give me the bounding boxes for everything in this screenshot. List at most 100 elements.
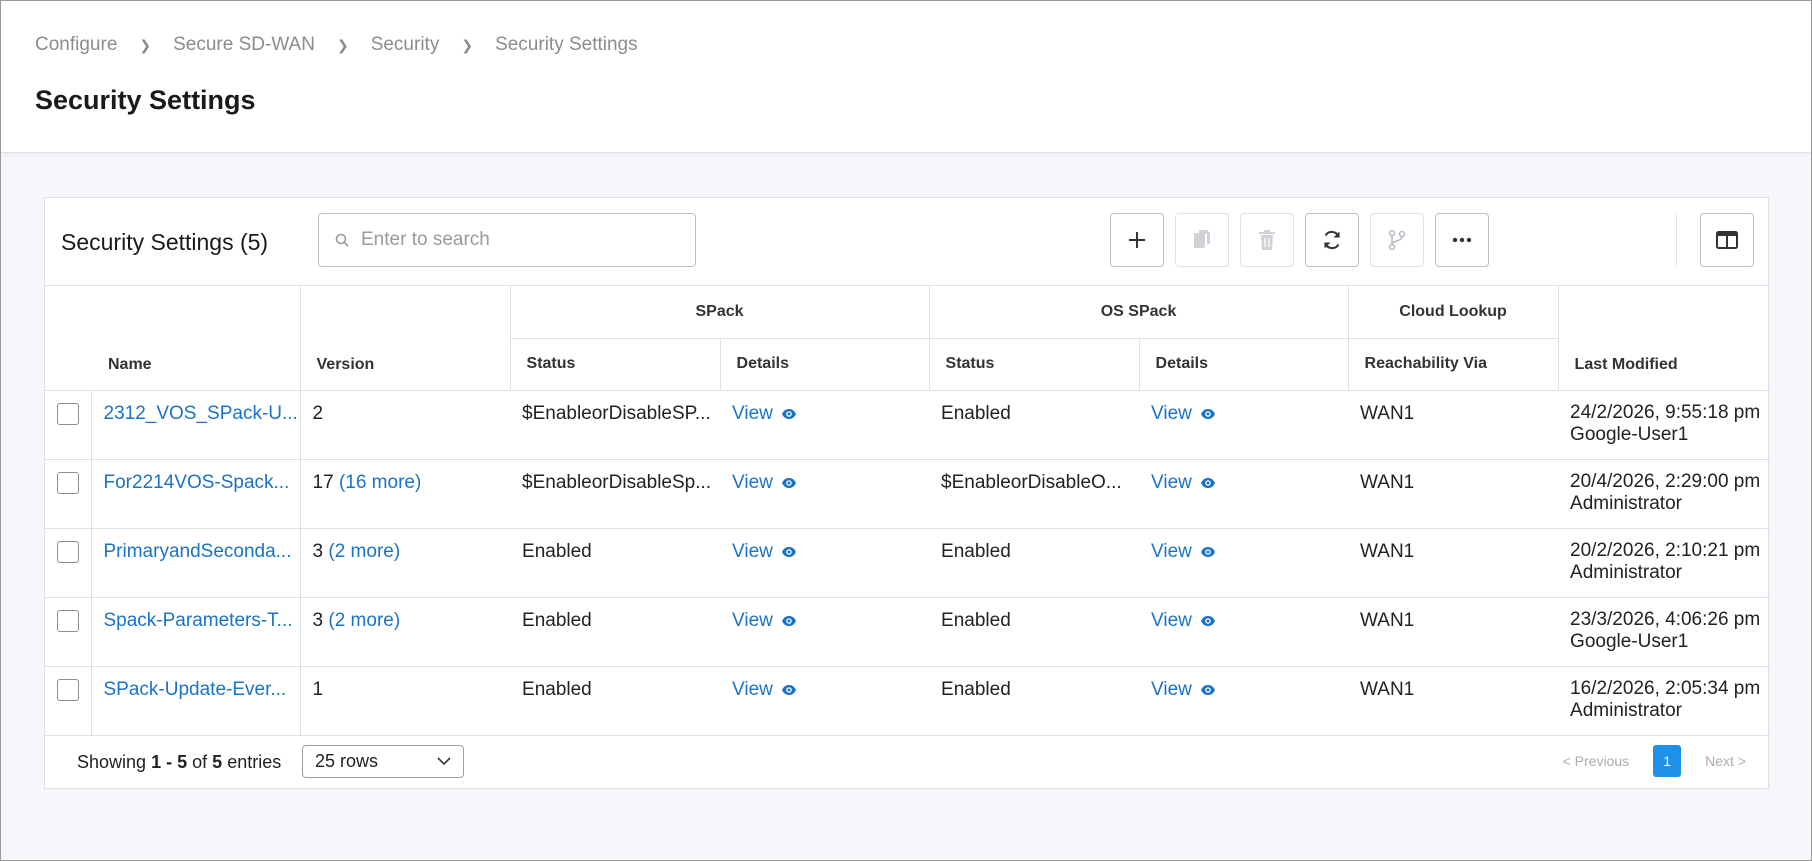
os-status-cell: $EnableorDisableO... — [929, 459, 1140, 529]
security-settings-table: Name Version SPack OS SPack Cloud Lookup… — [45, 286, 1771, 736]
reachability-value: WAN1 — [1360, 471, 1415, 493]
os-view-link[interactable]: View — [1151, 541, 1216, 563]
os-view-link[interactable]: View — [1151, 472, 1216, 494]
spack-status-cell: Enabled — [510, 666, 721, 736]
row-checkbox[interactable] — [57, 540, 79, 563]
column-settings-button[interactable] — [1700, 213, 1754, 267]
rows-per-page-select[interactable]: 25 rows — [302, 745, 464, 778]
branch-button[interactable] — [1370, 213, 1424, 267]
breadcrumb-security[interactable]: Security — [371, 34, 440, 56]
add-button[interactable] — [1110, 213, 1164, 267]
col-header-os-status[interactable]: Status — [928, 338, 1140, 391]
name-link[interactable]: For2214VOS-Spack... — [104, 472, 300, 494]
breadcrumb-configure[interactable]: Configure — [35, 34, 117, 56]
os-view-link[interactable]: View — [1151, 403, 1216, 425]
reachability-cell: WAN1 — [1348, 528, 1559, 598]
version-value: 2 — [312, 402, 324, 424]
version-more-link[interactable]: (2 more) — [328, 541, 400, 562]
os-details-cell: View — [1139, 459, 1349, 529]
modified-date: 16/2/2026, 2:05:34 pm — [1570, 677, 1761, 699]
col-header-reachability[interactable]: Reachability Via — [1347, 338, 1559, 391]
pagination: < Previous 1 Next > — [1563, 745, 1746, 777]
spack-status-cell: Enabled — [510, 528, 721, 598]
os-status: $EnableorDisableO... — [941, 471, 1122, 493]
spack-view-link[interactable]: View — [732, 541, 797, 563]
name-link[interactable]: SPack-Update-Ever... — [104, 679, 300, 701]
table-row[interactable]: Spack-Parameters-T... 3 (2 more) Enabled Vi… — [45, 597, 1771, 667]
col-header-os-details[interactable]: Details — [1138, 338, 1349, 391]
delete-button[interactable] — [1240, 213, 1294, 267]
table-row[interactable]: 2312_VOS_SPack-U... 2 $EnableorDisableSP.… — [45, 390, 1771, 460]
table-row[interactable]: SPack-Update-Ever... 1 Enabled View Enabled… — [45, 666, 1771, 736]
clone-button[interactable] — [1175, 213, 1229, 267]
spack-status: Enabled — [522, 678, 592, 700]
more-icon — [1452, 237, 1472, 243]
name-link[interactable]: PrimaryandSeconda... — [104, 541, 300, 563]
refresh-icon — [1324, 230, 1340, 250]
row-select-cell — [45, 666, 91, 736]
os-details-cell: View — [1139, 390, 1349, 460]
name-link[interactable]: Spack-Parameters-T... — [104, 610, 300, 632]
spack-view-link[interactable]: View — [732, 472, 797, 494]
reachability-value: WAN1 — [1360, 402, 1415, 424]
table-toolbar: Security Settings (5) — [45, 198, 1768, 286]
row-checkbox[interactable] — [57, 471, 79, 494]
version-value: 17 — [312, 471, 334, 493]
version-more-link[interactable]: (2 more) — [328, 610, 400, 631]
breadcrumb-secure-sd-wan[interactable]: Secure SD-WAN — [173, 34, 315, 56]
reachability-value: WAN1 — [1360, 540, 1415, 562]
os-status-cell: Enabled — [929, 666, 1140, 736]
col-header-last-modified[interactable]: Last Modified — [1557, 286, 1771, 391]
version-value: 3 — [312, 609, 324, 631]
col-header-spack-status[interactable]: Status — [509, 338, 721, 391]
plus-icon — [1129, 232, 1145, 248]
group-header-row: Name Version SPack OS SPack Cloud Lookup… — [45, 286, 1771, 391]
col-header-spack-details[interactable]: Details — [719, 338, 930, 391]
col-header-name[interactable]: Name — [45, 286, 301, 391]
name-link[interactable]: 2312_VOS_SPack-U... — [104, 403, 300, 425]
version-more-link[interactable]: (16 more) — [339, 472, 421, 493]
spack-view-link[interactable]: View — [732, 679, 797, 701]
os-view-link[interactable]: View — [1151, 610, 1216, 632]
modified-by: Administrator — [1570, 561, 1682, 583]
name-cell: SPack-Update-Ever... — [90, 666, 301, 736]
spack-status: Enabled — [522, 609, 592, 631]
copy-icon — [1194, 230, 1210, 248]
eye-icon — [781, 684, 796, 695]
row-checkbox[interactable] — [57, 678, 79, 701]
security-settings-card: Security Settings (5) Enter to search Na… — [44, 197, 1771, 789]
previous-page-button[interactable]: < Previous — [1563, 753, 1630, 769]
search-input[interactable] — [361, 229, 681, 251]
row-checkbox[interactable] — [57, 609, 79, 632]
modified-date: 20/4/2026, 2:29:00 pm — [1570, 470, 1761, 492]
os-details-cell: View — [1139, 597, 1349, 667]
spack-view-link[interactable]: View — [732, 610, 797, 632]
eye-icon — [781, 615, 796, 626]
version-value: 3 — [312, 540, 324, 562]
last-modified-cell: 16/2/2026, 2:05:34 pm Administrator — [1558, 666, 1771, 736]
row-select-cell — [45, 597, 91, 667]
reachability-cell: WAN1 — [1348, 390, 1559, 460]
row-checkbox[interactable] — [57, 402, 79, 425]
table-row[interactable]: PrimaryandSeconda... 3 (2 more) Enabled Vie… — [45, 528, 1771, 598]
spack-status-cell: Enabled — [510, 597, 721, 667]
version-cell: 17 (16 more) — [299, 459, 511, 529]
reachability-cell: WAN1 — [1348, 597, 1559, 667]
eye-icon — [781, 546, 796, 557]
breadcrumb: Configure ❯ Secure SD-WAN ❯ Security ❯ S… — [35, 34, 638, 56]
rows-per-page-value: 25 rows — [315, 751, 379, 771]
page-1-button[interactable]: 1 — [1653, 745, 1682, 777]
next-page-button[interactable]: Next > — [1705, 753, 1746, 769]
search-box[interactable] — [318, 213, 696, 267]
table-row[interactable]: For2214VOS-Spack... 17 (16 more) $Enableor… — [45, 459, 1771, 529]
col-header-version[interactable]: Version — [299, 286, 511, 391]
os-view-link[interactable]: View — [1151, 679, 1216, 701]
refresh-button[interactable] — [1305, 213, 1359, 267]
modified-date: 23/3/2026, 4:06:26 pm — [1570, 608, 1761, 630]
more-options-button[interactable] — [1435, 213, 1489, 267]
chevron-right-icon: ❯ — [336, 36, 349, 53]
spack-view-link[interactable]: View — [732, 403, 797, 425]
row-select-cell — [45, 528, 91, 598]
reachability-value: WAN1 — [1360, 609, 1415, 631]
spack-status: Enabled — [522, 540, 592, 562]
